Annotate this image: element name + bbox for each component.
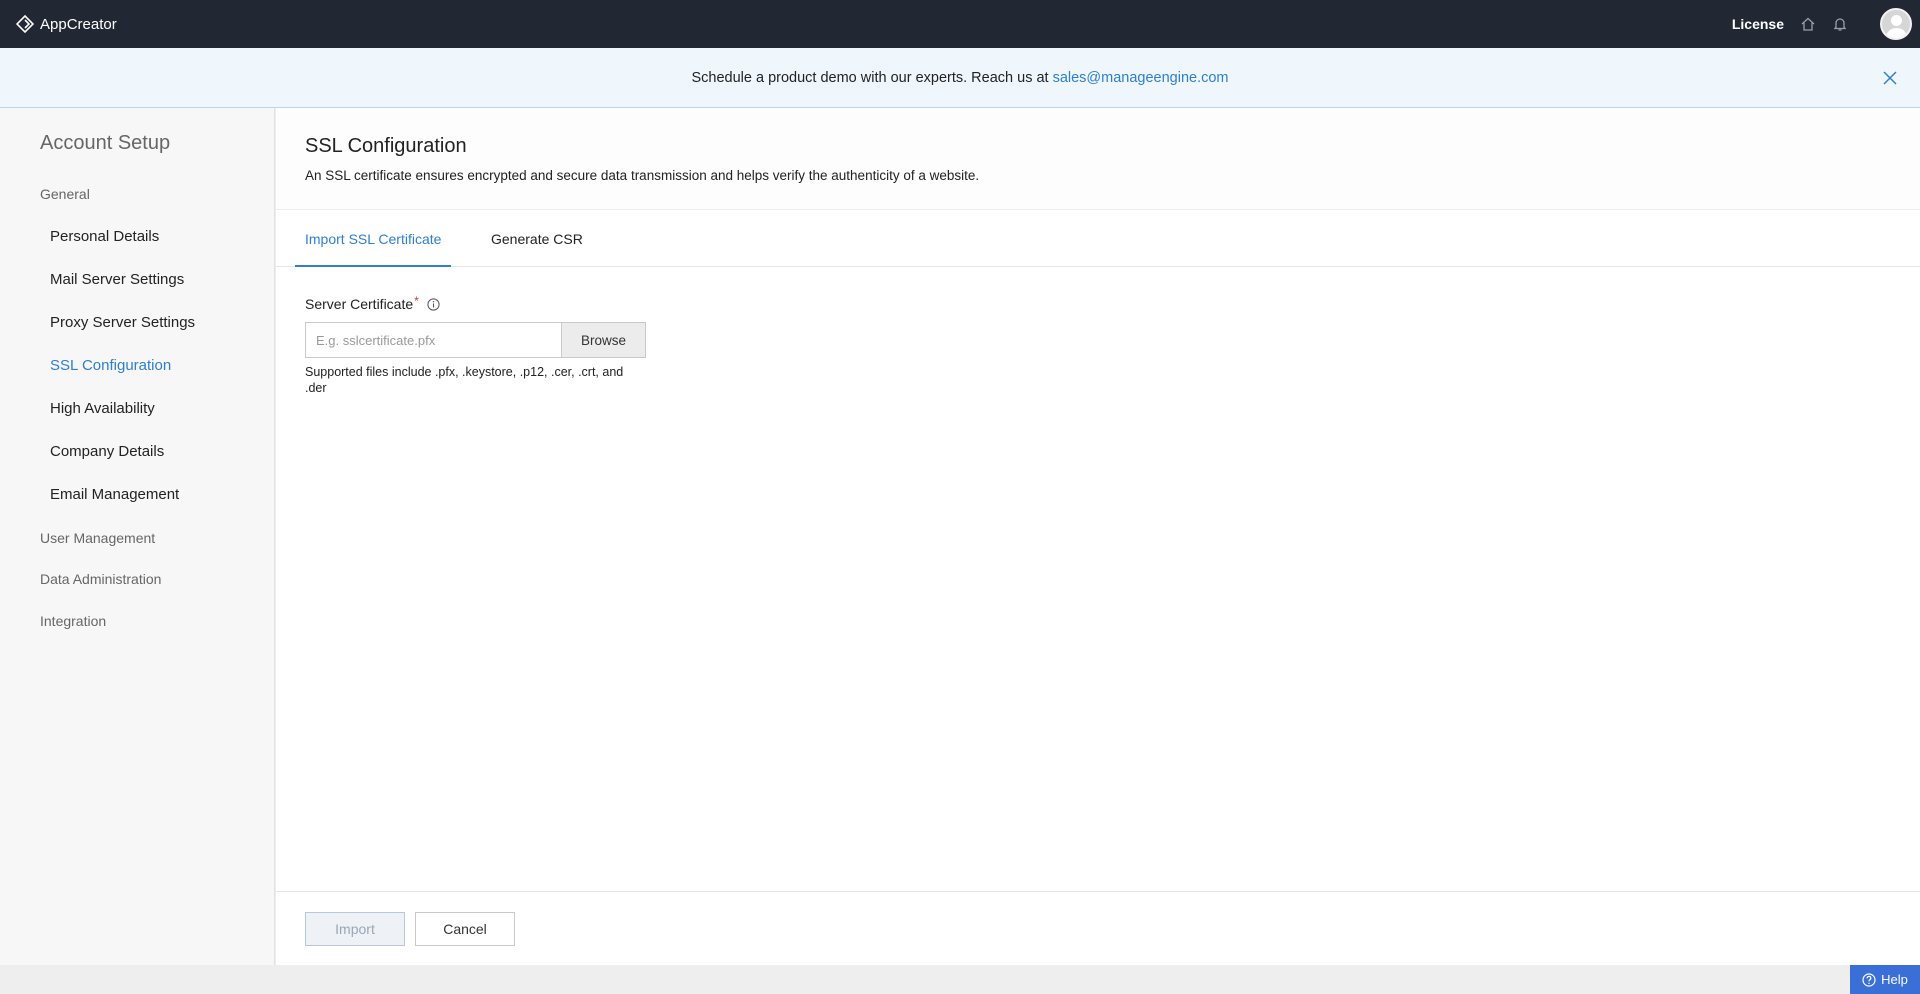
avatar-body [1886, 28, 1907, 38]
sidebar-item-personal-details[interactable]: Personal Details [50, 228, 159, 245]
cancel-button[interactable]: Cancel [415, 912, 515, 946]
appcreator-logo-icon [16, 15, 34, 33]
bell-icon[interactable] [1830, 14, 1850, 34]
close-icon[interactable] [1878, 66, 1902, 90]
tab-import-ssl-certificate[interactable]: Import SSL Certificate [295, 211, 452, 267]
sidebar-item-company-details[interactable]: Company Details [50, 443, 164, 460]
top-bar: AppCreator License [0, 0, 1920, 48]
sidebar-group-integration[interactable]: Integration [40, 613, 106, 629]
server-certificate-label-text: Server Certificate [305, 296, 414, 312]
page-description: An SSL certificate ensures encrypted and… [305, 168, 980, 183]
page-title: SSL Configuration [305, 135, 467, 157]
import-button[interactable]: Import [305, 912, 405, 946]
banner-email-link[interactable]: sales@manageengine.com [1053, 70, 1229, 86]
promo-banner: Schedule a product demo with our experts… [0, 48, 1920, 108]
avatar[interactable] [1880, 8, 1912, 40]
main-content: SSL Configuration An SSL certificate ens… [276, 108, 1920, 965]
browse-button[interactable]: Browse [561, 322, 646, 358]
sidebar-item-ssl-configuration[interactable]: SSL Configuration [50, 357, 171, 374]
sidebar-item-proxy-server-settings[interactable]: Proxy Server Settings [50, 314, 195, 331]
help-label: Help [1881, 972, 1908, 987]
supported-files-help: Supported files include .pfx, .keystore,… [305, 365, 624, 395]
license-link[interactable]: License [1732, 16, 1784, 32]
form-footer: Import Cancel [276, 891, 1920, 965]
server-certificate-input[interactable] [305, 322, 561, 358]
info-icon[interactable] [427, 297, 440, 311]
help-button[interactable]: Help [1850, 965, 1920, 994]
question-icon [1862, 972, 1876, 987]
tab-bar: Import SSL Certificate Generate CSR [276, 211, 1920, 267]
sidebar-title: Account Setup [40, 132, 171, 154]
sidebar-item-email-management[interactable]: Email Management [50, 486, 179, 503]
sidebar: Account Setup General Personal Details M… [0, 108, 275, 965]
tab-generate-csr[interactable]: Generate CSR [481, 211, 593, 267]
server-certificate-label: Server Certificate * [305, 294, 440, 312]
app-name: AppCreator [40, 15, 117, 33]
sidebar-group-user-management[interactable]: User Management [40, 530, 155, 546]
sidebar-item-mail-server-settings[interactable]: Mail Server Settings [50, 271, 184, 288]
required-mark: * [414, 294, 419, 308]
page-header: SSL Configuration An SSL certificate ens… [276, 108, 1920, 210]
banner-text: Schedule a product demo with our experts… [691, 69, 1049, 86]
sidebar-item-high-availability[interactable]: High Availability [50, 400, 155, 417]
sidebar-group-general[interactable]: General [40, 186, 90, 202]
sidebar-group-data-administration[interactable]: Data Administration [40, 571, 161, 587]
home-icon[interactable] [1798, 14, 1818, 34]
avatar-head [1891, 15, 1902, 26]
app-logo[interactable]: AppCreator [16, 15, 117, 33]
